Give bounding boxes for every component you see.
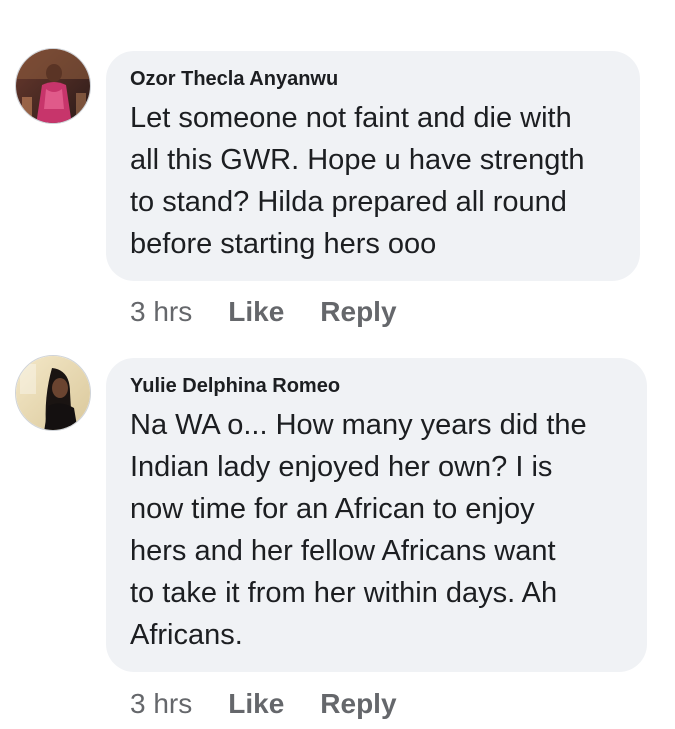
comment-bubble: Yulie Delphina Romeo Na WA o... How many… [106, 358, 647, 672]
avatar[interactable] [15, 48, 91, 124]
cropped-previous-content [0, 0, 675, 10]
comment-author[interactable]: Ozor Thecla Anyanwu [130, 67, 618, 91]
comment-actions: 3 hrs Like Reply [130, 296, 397, 328]
comment-author[interactable]: Yulie Delphina Romeo [130, 374, 625, 398]
comment-text: Na WA o... How many years did the Indian… [130, 409, 587, 651]
like-button[interactable]: Like [228, 296, 284, 328]
reply-button[interactable]: Reply [320, 688, 396, 720]
reply-button[interactable]: Reply [320, 296, 396, 328]
avatar[interactable] [15, 355, 91, 431]
profile-photo-icon [16, 356, 90, 430]
comment-timestamp[interactable]: 3 hrs [130, 296, 192, 328]
comment-bubble: Ozor Thecla Anyanwu Let someone not fain… [106, 51, 640, 281]
comment-timestamp[interactable]: 3 hrs [130, 688, 192, 720]
like-button[interactable]: Like [228, 688, 284, 720]
comment-text: Let someone not faint and die with all t… [130, 102, 585, 260]
comment-actions: 3 hrs Like Reply [130, 688, 397, 720]
profile-photo-icon [16, 49, 90, 123]
